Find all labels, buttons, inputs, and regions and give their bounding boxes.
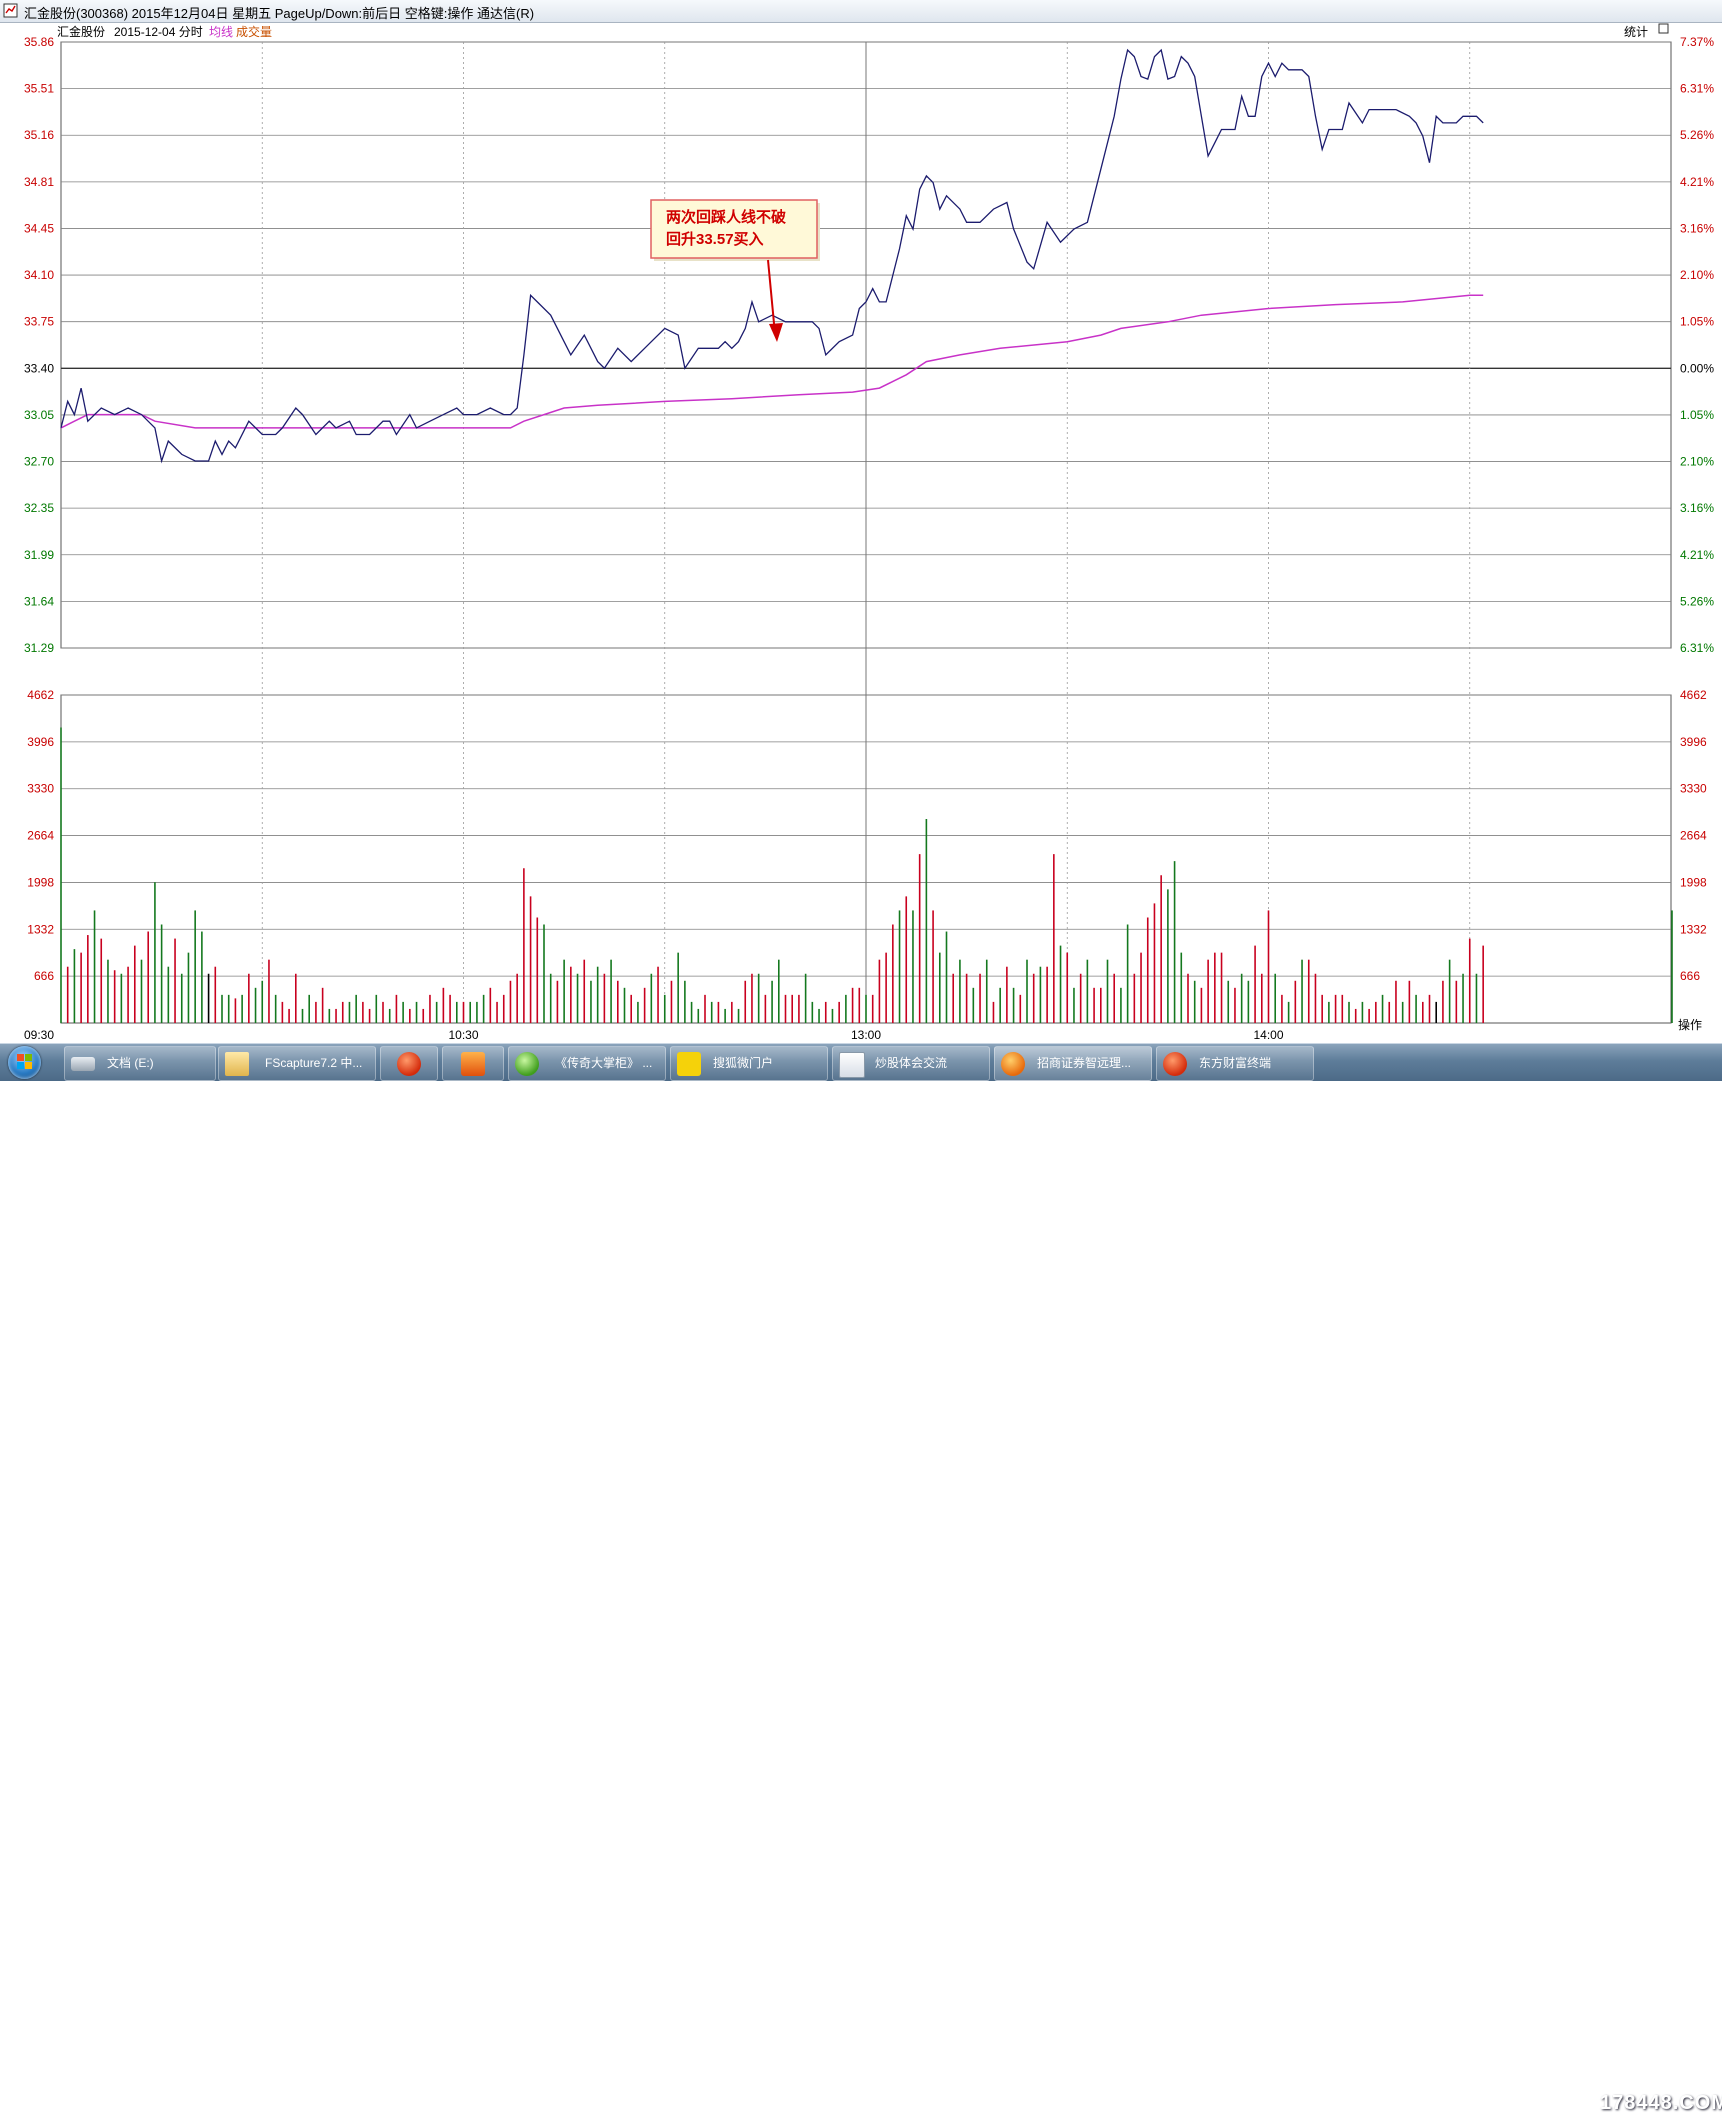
header-avg-line-label: 均线 (209, 25, 233, 39)
taskbar-label: 炒股体会交流 (875, 1056, 948, 1070)
price-tick-label: 31.64 (24, 594, 54, 608)
volume-tick-label-right: 1998 (1680, 875, 1707, 889)
percent-tick-label: 1.05% (1680, 315, 1714, 329)
window-titlebar: 汇金股份(300368) 2015年12月04日 星期五 PageUp/Down… (0, 0, 1722, 23)
percent-tick-label: 0.00% (1680, 361, 1714, 375)
site-watermark: 178448.COM (1600, 2092, 1722, 2114)
grid-layer (60, 41, 1672, 1024)
taskbar-item-browser-game[interactable]: 《传奇大掌柜》 ... (508, 1046, 666, 1081)
callout-arrow-shaft (767, 259, 776, 335)
volume-tick-label: 3996 (27, 735, 54, 749)
price-tick-label: 35.16 (24, 128, 54, 142)
taskbar-item-app-star[interactable] (442, 1046, 504, 1081)
taskbar-label: FScapture7.2 中... (265, 1056, 363, 1070)
taskbar-item-doc[interactable]: 炒股体会交流 (832, 1046, 990, 1081)
percent-tick-label: 3.16% (1680, 221, 1714, 235)
volume-tick-label: 1332 (27, 922, 54, 936)
volume-tick-label: 4662 (27, 688, 54, 702)
percent-tick-label: 7.37% (1680, 35, 1714, 49)
annotation-callout: 两次回踩人线不破 回升33.57买入 (650, 199, 820, 342)
chart-header: 汇金股份 2015-12-04 分时 均线 成交量 统计 (57, 23, 1669, 39)
taskbar-label: 东方财富终端 (1199, 1056, 1272, 1070)
time-axis-label: 14:00 (1254, 1028, 1284, 1042)
price-tick-label: 32.70 (24, 455, 54, 469)
volume-tick-label-right: 4662 (1680, 688, 1707, 702)
price-axis-labels: 35.86 35.51 35.16 34.81 34.45 34.10 33.75 33.40… (24, 35, 54, 655)
percent-tick-label: 4.21% (1680, 175, 1714, 189)
price-tick-label: 33.75 (24, 315, 54, 329)
document-icon (839, 1052, 865, 1078)
taskbar-item-fscapture[interactable]: FScapture7.2 中... (218, 1046, 376, 1081)
percent-tick-label: 5.26% (1680, 128, 1714, 142)
sohu-icon (677, 1052, 701, 1076)
taskbar-item-sohu[interactable]: 搜狐微门户 (670, 1046, 828, 1081)
taskbar-label: 文档 (E:) (107, 1056, 154, 1070)
price-tick-label: 34.45 (24, 221, 54, 235)
percent-tick-label: 6.31% (1680, 82, 1714, 96)
volume-tick-label: 1998 (27, 875, 54, 889)
header-date-label: 2015-12-04 分时 (114, 25, 203, 39)
volume-tick-label: 666 (34, 969, 54, 983)
taskbar-item-documents-drive[interactable]: 文档 (E:) (64, 1046, 216, 1081)
eastmoney-icon (1163, 1052, 1187, 1076)
drive-icon (71, 1057, 95, 1071)
intraday-chart[interactable]: 35.86 35.51 35.16 34.81 34.45 34.10 33.75 33.40… (0, 22, 1722, 1043)
time-axis-label: 13:00 (851, 1028, 881, 1042)
price-tick-label: 32.35 (24, 501, 54, 515)
taskbar-label: 招商证券智远理... (1037, 1056, 1132, 1070)
percent-tick-label: 5.26% (1680, 594, 1714, 608)
percent-tick-label: 2.10% (1680, 268, 1714, 282)
cmb-securities-icon (1001, 1052, 1025, 1076)
volume-tick-label: 2664 (27, 829, 54, 843)
taskbar-item-eastmoney[interactable]: 东方财富终端 (1156, 1046, 1314, 1081)
windows-logo-icon (17, 1054, 32, 1069)
browser-icon (515, 1052, 539, 1076)
operate-button[interactable]: 操作 (1678, 1017, 1702, 1032)
folder-icon (225, 1052, 249, 1076)
price-tick-label: 33.05 (24, 408, 54, 422)
percent-tick-label: 4.21% (1680, 548, 1714, 562)
time-axis-label: 09:30 (24, 1028, 54, 1042)
time-axis-label: 10:30 (449, 1028, 479, 1042)
taskbar-item-cmb-securities[interactable]: 招商证券智远理... (994, 1046, 1152, 1081)
stats-toggle-box[interactable] (1658, 23, 1669, 34)
taskbar-label: 《传奇大掌柜》 ... (555, 1056, 653, 1070)
windows-taskbar: 文档 (E:) FScapture7.2 中... 《传奇大掌柜》 ... 搜狐… (0, 1043, 1722, 2114)
app-icon (3, 3, 18, 18)
price-tick-label: 31.29 (24, 641, 54, 655)
volume-tick-label-right: 3330 (1680, 782, 1707, 796)
app-red-icon (397, 1052, 421, 1076)
price-tick-label: 34.81 (24, 175, 54, 189)
header-volume-label: 成交量 (236, 24, 272, 39)
taskbar-label: 搜狐微门户 (713, 1056, 774, 1070)
price-tick-label: 34.10 (24, 268, 54, 282)
window-title: 汇金股份(300368) 2015年12月04日 星期五 PageUp/Down… (24, 6, 535, 21)
header-stock-name: 汇金股份 (57, 24, 105, 39)
callout-line-2: 回升33.57买入 (666, 231, 764, 248)
taskbar-item-app-red[interactable] (380, 1046, 438, 1081)
callout-line-1: 两次回踩人线不破 (666, 208, 786, 226)
stats-button[interactable]: 统计 (1624, 25, 1648, 39)
start-button[interactable] (8, 1046, 41, 1079)
app-star-icon (461, 1052, 485, 1076)
percent-tick-label: 2.10% (1680, 455, 1714, 469)
time-axis-labels: 09:30 10:30 13:00 14:00 (24, 1028, 1284, 1042)
volume-tick-label: 3330 (27, 782, 54, 796)
price-tick-label: 33.40 (24, 361, 54, 375)
callout-arrow-head (769, 323, 783, 342)
volume-tick-label-right: 2664 (1680, 829, 1707, 843)
price-tick-label: 31.99 (24, 548, 54, 562)
volume-tick-label-right: 1332 (1680, 922, 1707, 936)
percent-tick-label: 1.05% (1680, 408, 1714, 422)
percent-axis-labels: 7.37% 6.31% 5.26% 4.21% 3.16% 2.10% 1.05% 0.00%… (1680, 35, 1714, 655)
price-tick-label: 35.51 (24, 82, 54, 96)
percent-tick-label: 3.16% (1680, 501, 1714, 515)
volume-tick-label-right: 666 (1680, 969, 1700, 983)
price-tick-label: 35.86 (24, 35, 54, 49)
volume-tick-label-right: 3996 (1680, 735, 1707, 749)
percent-tick-label: 6.31% (1680, 641, 1714, 655)
